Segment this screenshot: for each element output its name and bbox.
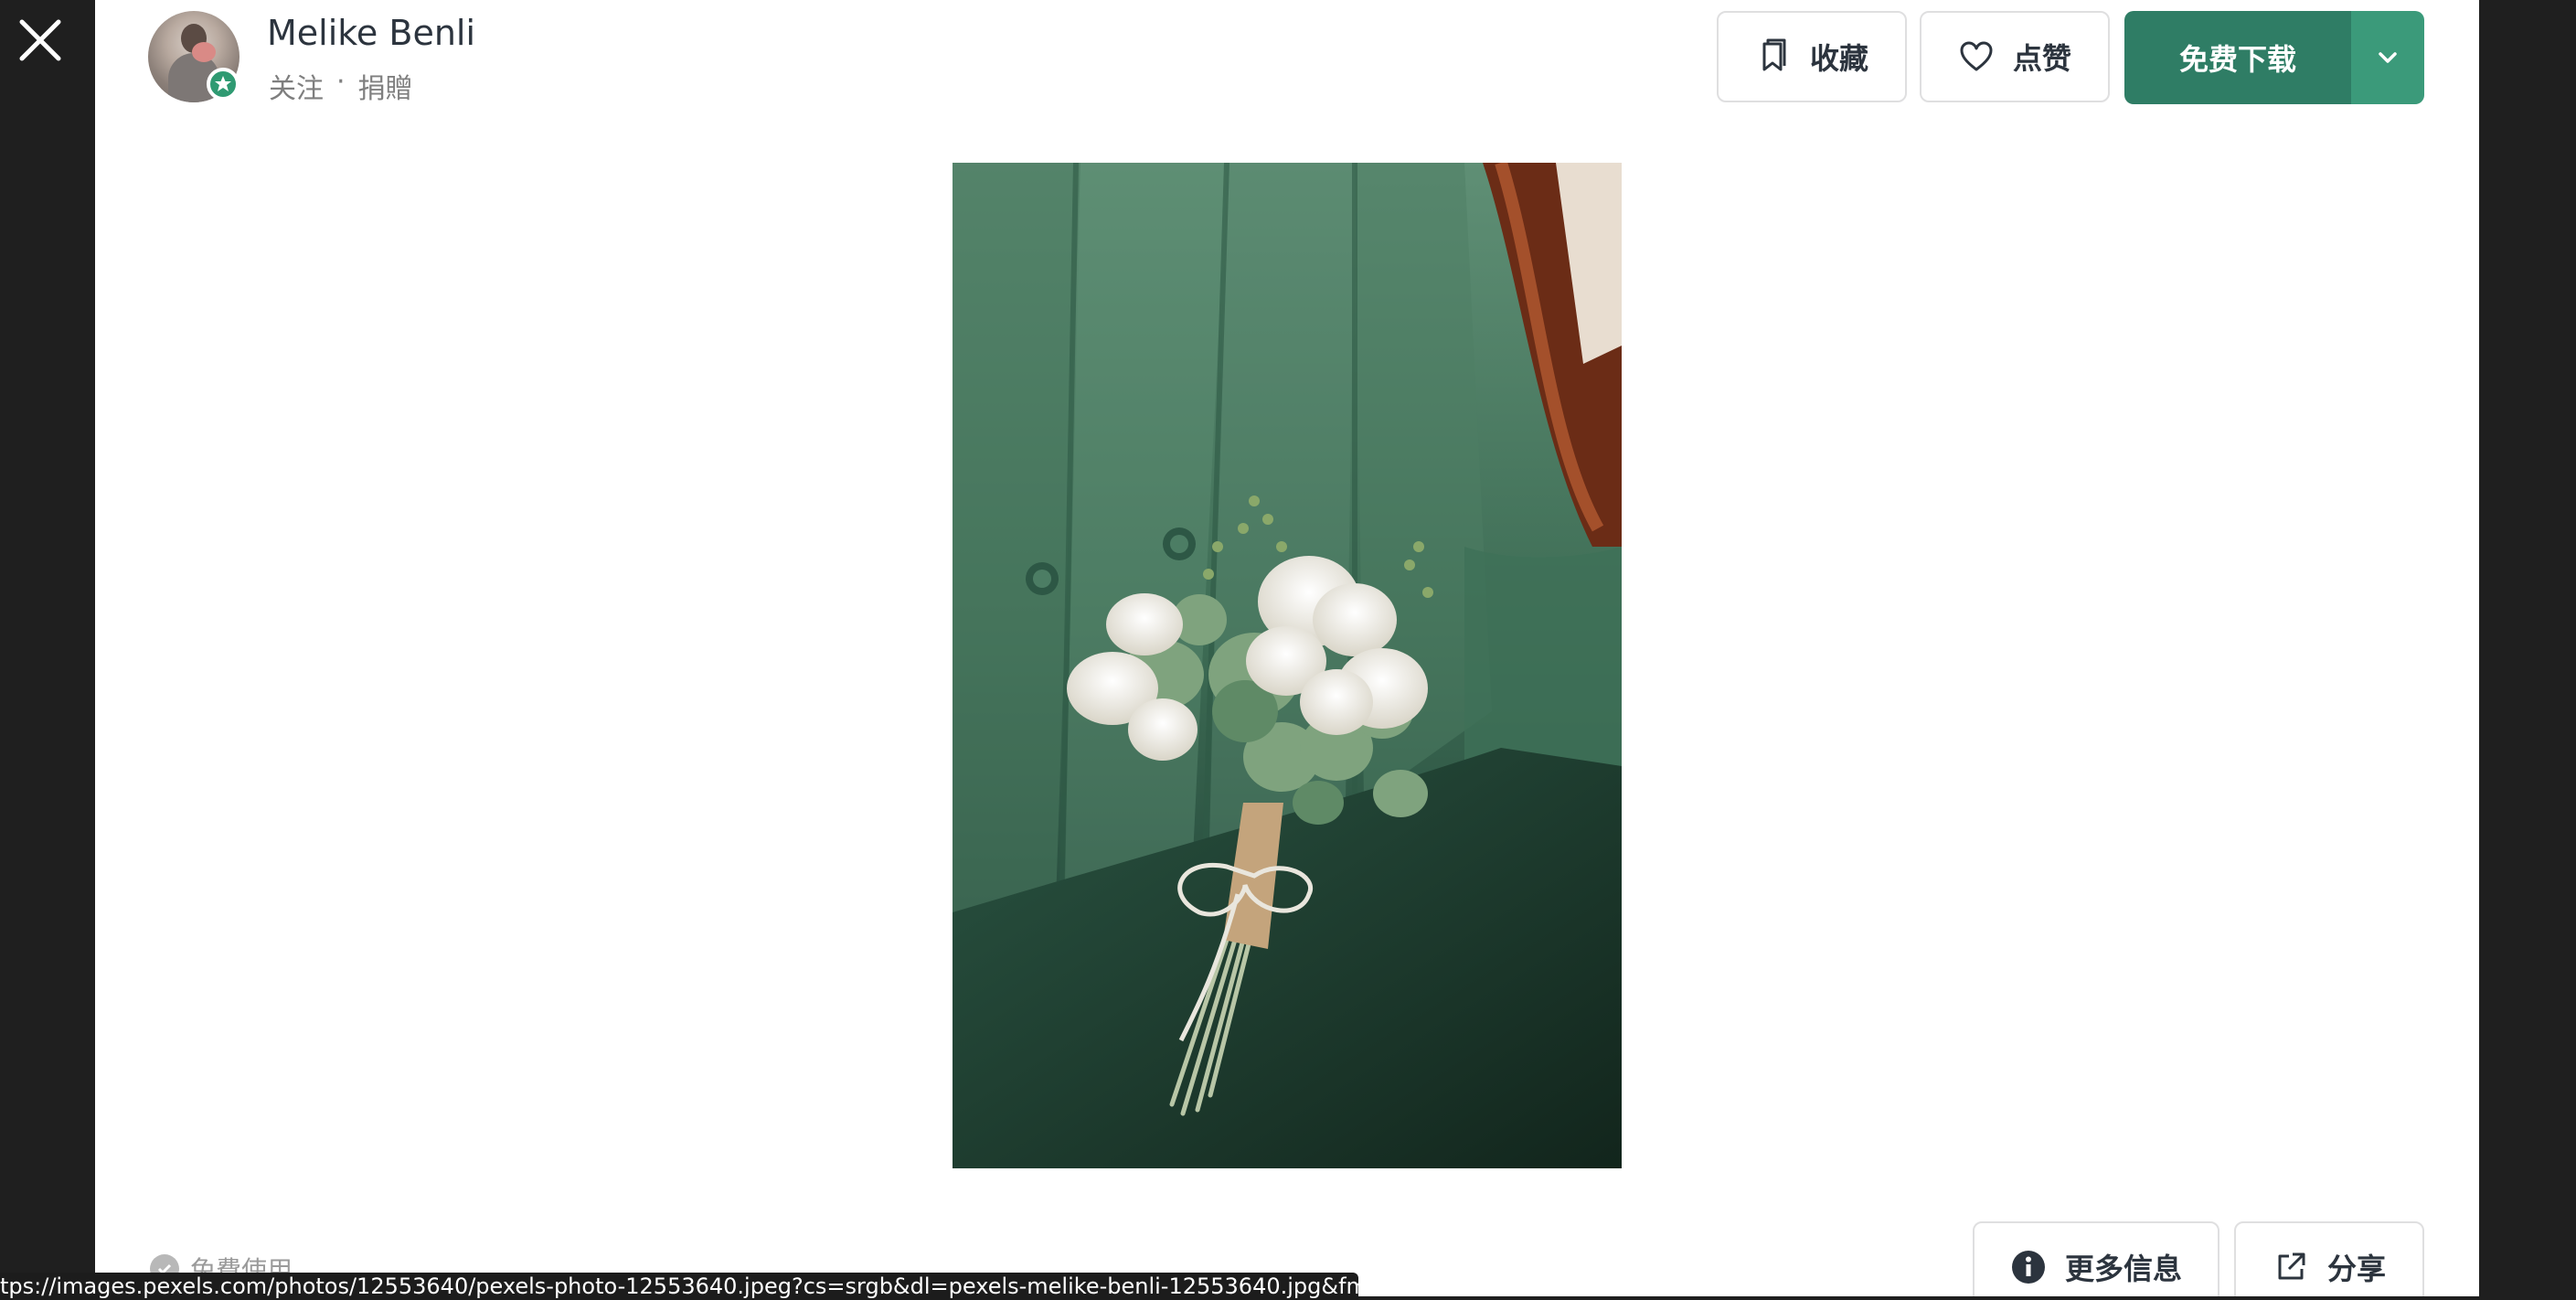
download-button-group: 免费下载	[2124, 11, 2424, 104]
share-icon	[2273, 1249, 2309, 1285]
download-options-dropdown[interactable]	[2351, 11, 2424, 104]
author-name[interactable]: Melike Benli	[267, 13, 475, 53]
share-button[interactable]: 分享	[2234, 1221, 2424, 1296]
close-icon	[19, 19, 61, 61]
donate-link[interactable]: 捐贈	[358, 66, 413, 106]
follow-link[interactable]: 关注	[269, 66, 324, 106]
like-button[interactable]: 点赞	[1920, 11, 2110, 102]
main-photo[interactable]	[953, 163, 1622, 1168]
free-download-button[interactable]: 免费下载	[2124, 11, 2351, 104]
collect-button[interactable]: 收藏	[1717, 11, 1907, 102]
star-icon	[215, 76, 231, 91]
author-links: 关注 · 捐贈	[269, 66, 413, 106]
bookmark-icon	[1755, 38, 1792, 75]
verified-star-badge	[207, 68, 240, 101]
info-icon	[2010, 1249, 2047, 1285]
collect-label: 收藏	[1809, 41, 1868, 76]
author-avatar[interactable]	[148, 11, 240, 102]
more-info-button[interactable]: 更多信息	[1973, 1221, 2219, 1296]
more-info-label: 更多信息	[2064, 1252, 2182, 1286]
close-button[interactable]	[13, 13, 68, 68]
like-label: 点赞	[2012, 41, 2071, 76]
share-label: 分享	[2326, 1252, 2386, 1286]
bouquet-on-green-chair-image	[953, 163, 1622, 1168]
photo-modal: Melike Benli 关注 · 捐贈 收藏 点赞 免费下载 免費使用 更多信…	[95, 0, 2479, 1296]
separator: ·	[336, 66, 346, 98]
chevron-down-icon	[2379, 52, 2397, 63]
heart-icon	[1958, 38, 1995, 75]
